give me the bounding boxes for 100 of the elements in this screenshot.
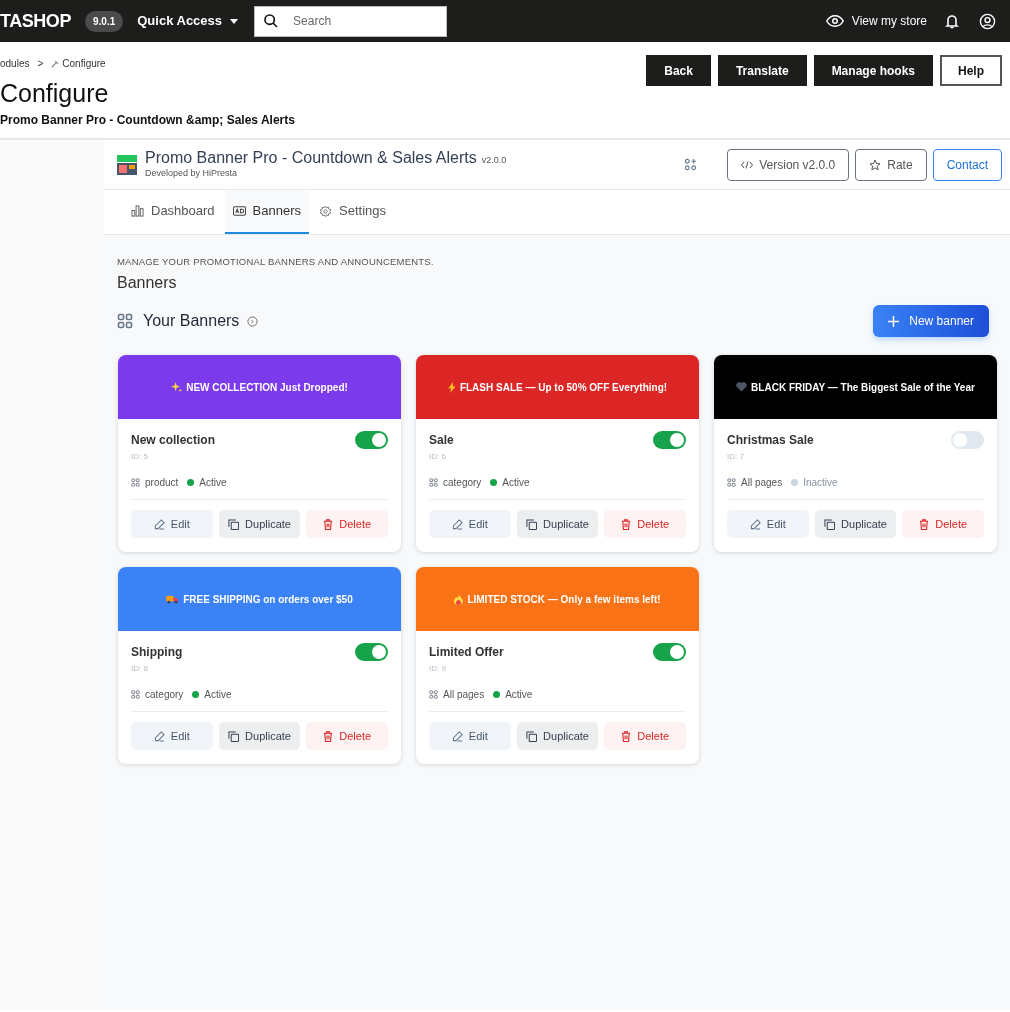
breadcrumb-separator: > [37, 57, 44, 71]
toggle-switch[interactable] [653, 431, 686, 450]
account-icon[interactable] [979, 12, 996, 30]
module-logo-icon [116, 153, 138, 176]
plus-icon [888, 315, 900, 327]
duplicate-button[interactable]: Duplicate [516, 510, 599, 539]
caret-icon [230, 18, 239, 24]
edit-button[interactable]: Edit [429, 510, 511, 539]
module-button[interactable]: Rate [855, 148, 927, 181]
trash-icon [323, 518, 334, 530]
star-icon [869, 158, 882, 171]
delete-button[interactable]: Delete [604, 722, 686, 751]
banner-status: Active [505, 688, 533, 703]
copy-icon [228, 518, 240, 530]
banner-text: LIMITED STOCK — Only a few items left! [467, 592, 661, 607]
duplicate-button[interactable]: Duplicate [516, 722, 599, 751]
help-icon[interactable] [247, 315, 259, 327]
copy-icon [824, 518, 836, 530]
delete-button[interactable]: Delete [902, 510, 984, 539]
banner-text: NEW COLLECTION Just Dropped! [186, 380, 348, 395]
trash-icon [621, 730, 632, 742]
header-button[interactable]: Manage hooks [813, 55, 933, 86]
trash-icon [919, 518, 930, 530]
delete-button[interactable]: Delete [306, 510, 388, 539]
duplicate-button[interactable]: Duplicate [218, 722, 301, 751]
add-widget-icon[interactable] [684, 158, 698, 171]
copy-icon [526, 518, 538, 530]
trash-icon [621, 518, 632, 530]
banner-status: Active [502, 476, 530, 491]
duplicate-button[interactable]: Duplicate [814, 510, 897, 539]
ad-icon [232, 206, 246, 216]
toggle-switch[interactable] [653, 643, 686, 662]
sparkle-icon [171, 381, 183, 393]
logo-text: TASHOP [0, 9, 71, 33]
delete-button[interactable]: Delete [306, 722, 388, 751]
breadcrumb-link[interactable]: odules [0, 56, 30, 71]
header-button[interactable]: Translate [717, 55, 807, 86]
scope-icon [727, 478, 736, 488]
toggle-switch[interactable] [355, 431, 388, 450]
banner-id: ID: 8 [131, 663, 149, 676]
module-name: Promo Banner Pro - Countdown & Sales Alerts [145, 148, 477, 167]
banner-name: New collection [131, 432, 216, 450]
page-title: Configure [0, 78, 110, 109]
toggle-switch[interactable] [355, 643, 388, 662]
module-developer: Developed by HiPresta [145, 167, 239, 180]
edit-button[interactable]: Edit [429, 722, 511, 751]
list-title: Your Banners [143, 311, 240, 332]
header-button[interactable]: Help [940, 55, 1002, 86]
banner-status: Active [204, 688, 232, 703]
tab[interactable]: Settings [311, 190, 394, 234]
search-icon [263, 12, 280, 29]
module-button[interactable]: Version v2.0.0 [727, 148, 850, 181]
notification-bell-icon[interactable] [945, 13, 959, 29]
search-field[interactable]: Search [254, 5, 448, 37]
trash-icon [323, 730, 334, 742]
pencil-icon [749, 518, 761, 530]
edit-button[interactable]: Edit [131, 722, 213, 751]
banner-scope: All pages [741, 476, 783, 491]
banner-name: Shipping [131, 644, 183, 662]
breadcrumb-current: Configure [62, 57, 106, 71]
section-title: Banners [117, 273, 178, 294]
new-banner-button[interactable]: New banner [873, 305, 989, 338]
lightning-icon [447, 381, 456, 393]
header-button[interactable]: Back [646, 55, 711, 86]
banner-id: ID: 5 [131, 451, 149, 464]
banner-status: Inactive [803, 476, 838, 491]
banner-scope: category [145, 688, 184, 703]
pencil-icon [153, 518, 165, 530]
heart-icon [736, 382, 748, 393]
banner-text: FLASH SALE — Up to 50% OFF Everything! [459, 380, 668, 395]
scope-icon [131, 690, 140, 700]
duplicate-button[interactable]: Duplicate [218, 510, 301, 539]
tab[interactable]: Dashboard [123, 190, 223, 234]
copy-icon [526, 730, 538, 742]
pencil-icon [451, 518, 463, 530]
delete-button[interactable]: Delete [604, 510, 686, 539]
version-badge: 9.0.1 [85, 10, 124, 32]
scope-icon [131, 478, 140, 488]
pencil-icon [451, 730, 463, 742]
eye-icon [825, 14, 844, 28]
grid-icon [117, 313, 133, 330]
edit-button[interactable]: Edit [131, 510, 213, 539]
view-store-link[interactable]: View my store [851, 12, 927, 30]
toggle-switch[interactable] [951, 431, 984, 450]
pencil-icon [153, 730, 165, 742]
module-button[interactable]: Contact [932, 148, 1002, 181]
banner-name: Limited Offer [429, 644, 504, 662]
quick-access-menu[interactable]: Quick Access [137, 11, 239, 31]
scope-icon [429, 478, 438, 488]
banner-text: BLACK FRIDAY — The Biggest Sale of the Year [751, 380, 975, 395]
scope-icon [429, 690, 438, 700]
truck-icon [166, 594, 180, 604]
edit-button[interactable]: Edit [727, 510, 809, 539]
tab[interactable]: Banners [224, 190, 310, 234]
flame-icon [454, 593, 464, 605]
banner-status: Active [199, 476, 227, 491]
bar-chart-icon [131, 205, 144, 217]
module-version: v2.0.0 [481, 153, 507, 167]
section-overline: MANAGE YOUR PROMOTIONAL BANNERS AND ANNOUNCEMENTS. [117, 255, 435, 269]
banner-name: Sale [429, 432, 454, 450]
